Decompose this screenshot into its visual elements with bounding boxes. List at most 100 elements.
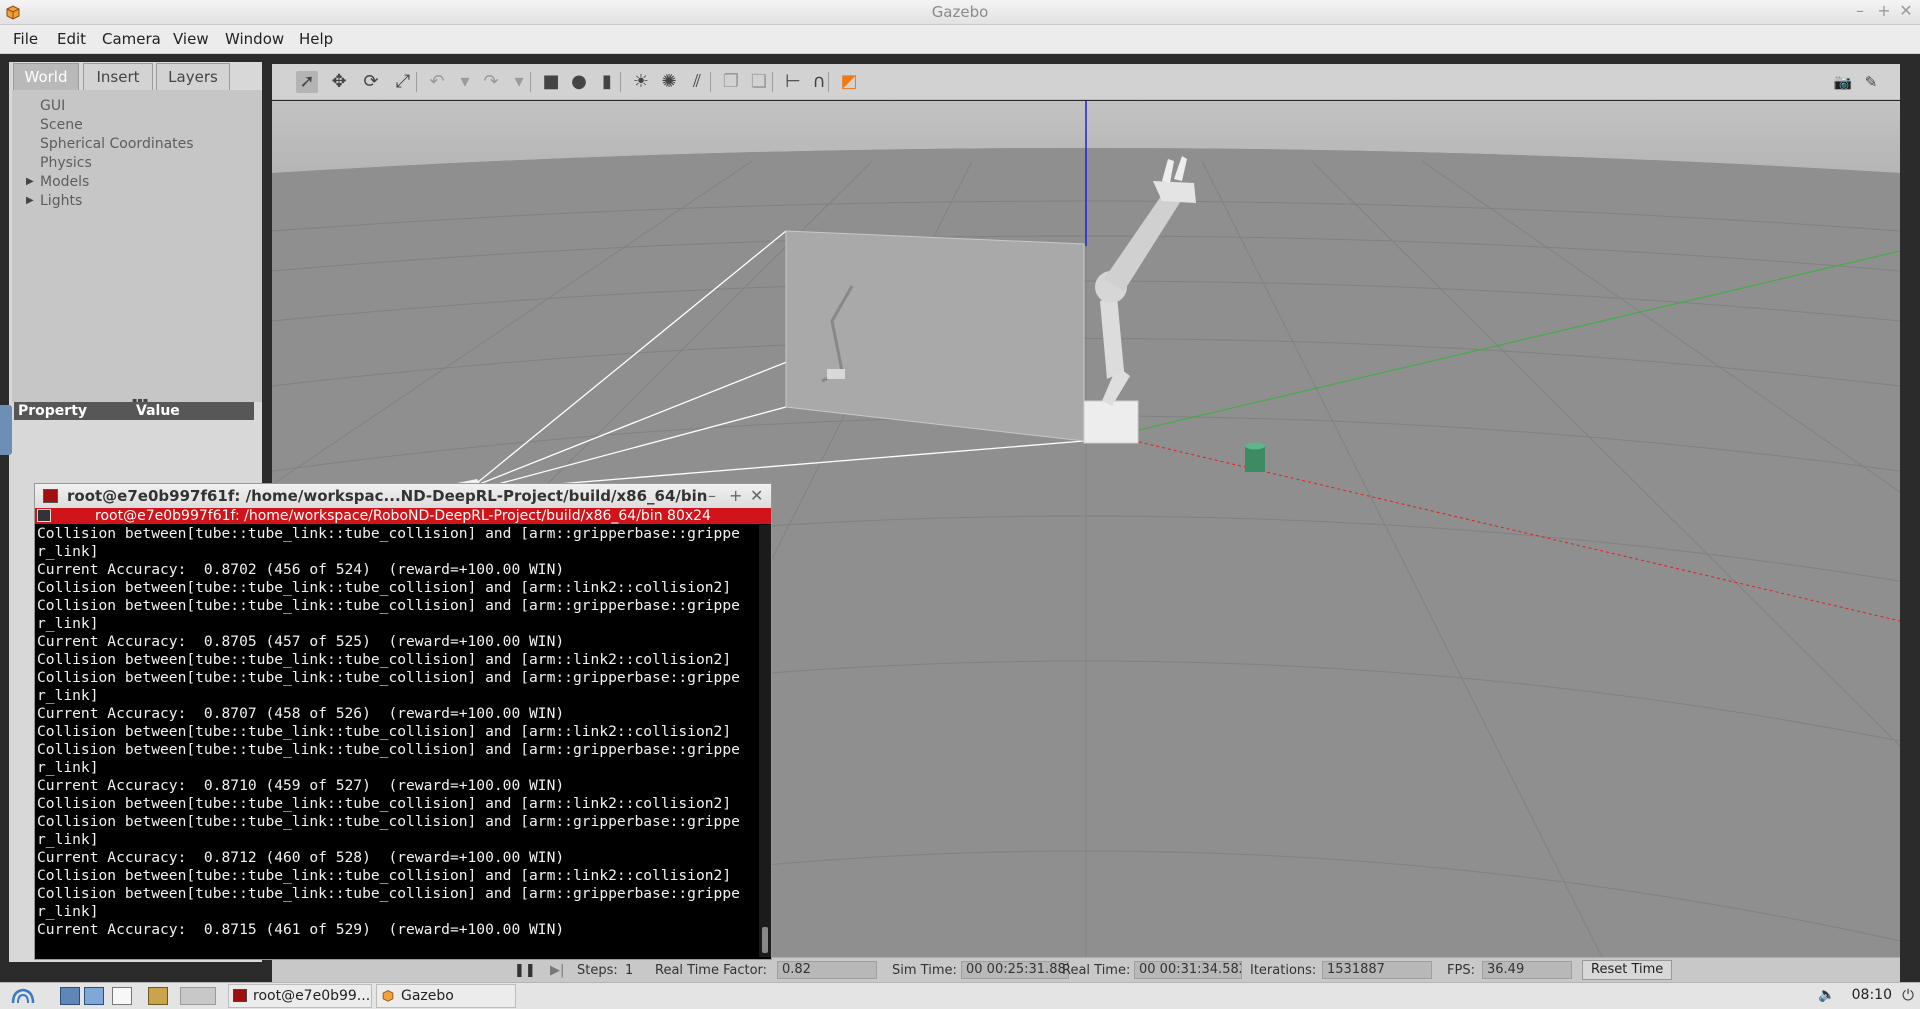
property-column-header: Property: [18, 403, 88, 419]
sphere-shape-icon[interactable]: ●: [568, 71, 590, 93]
real-time-label: Real Time:: [1062, 963, 1131, 978]
tab-insert[interactable]: Insert: [83, 63, 153, 90]
redo-history-icon[interactable]: ▾: [508, 71, 530, 93]
taskbar-task-terminal-label: root@e7e0b99...: [253, 988, 371, 1004]
folder-icon[interactable]: [148, 987, 168, 1005]
snap-icon[interactable]: ∩: [808, 71, 830, 93]
toolbar-separator: [710, 72, 711, 92]
undo-history-icon[interactable]: ▾: [454, 71, 476, 93]
tree-item-scene[interactable]: Scene: [40, 117, 83, 133]
screenshot-icon[interactable]: 📷: [1832, 71, 1854, 93]
property-table-header: Property Value: [14, 402, 254, 420]
status-bar: ❚❚ ▶| Steps: 1 Real Time Factor: 0.82 Si…: [272, 957, 1900, 982]
taskbar-task-terminal[interactable]: root@e7e0b99...: [228, 984, 372, 1008]
terminal-title-bar[interactable]: root@e7e0b997f61f: /home/workspac...ND-D…: [35, 484, 771, 508]
terminal-line: Collision between[tube::tube_link::tube_…: [37, 795, 732, 812]
taskbar-task-gazebo-label: Gazebo: [401, 988, 454, 1004]
toolbar: ➚ ✥ ⟳ ⤢ ↶ ▾ ↷ ▾ ■ ● ▮ ☀ ✺ ⫽ ❐ ❏ ⊢ ∩ ◩ 📷 ✎: [272, 64, 1900, 100]
toolbar-separator: [772, 72, 773, 92]
tab-world[interactable]: World: [13, 63, 79, 90]
expand-arrow-icon[interactable]: ▶: [26, 176, 34, 187]
log-data-icon[interactable]: ✎: [1860, 71, 1882, 93]
directional-light-icon[interactable]: ⫽: [686, 71, 708, 93]
rtf-label: Real Time Factor:: [655, 963, 768, 978]
undo-icon[interactable]: ↶: [426, 71, 448, 93]
value-column-header: Value: [136, 403, 180, 419]
terminal-close-icon[interactable]: ✕: [750, 486, 763, 505]
splitter-handle-icon[interactable]: ▪▪▪: [132, 396, 148, 405]
menu-view[interactable]: View: [173, 30, 209, 48]
volume-icon[interactable]: 🔈: [1818, 987, 1835, 1003]
taskbar-task-gazebo[interactable]: Gazebo: [376, 984, 516, 1008]
fps-label: FPS:: [1447, 963, 1475, 978]
terminal-line: r_link]: [37, 687, 99, 704]
tube-model: [1245, 442, 1265, 472]
sim-time-label: Sim Time:: [892, 963, 957, 978]
tab-layers[interactable]: Layers: [156, 63, 230, 90]
terminal-output[interactable]: Collision between[tube::tube_link::tube_…: [37, 525, 759, 957]
text-editor-icon[interactable]: [112, 987, 132, 1005]
expand-arrow-icon[interactable]: ▶: [26, 195, 34, 206]
terminal-line: Collision between[tube::tube_link::tube_…: [37, 525, 740, 542]
box-shape-icon[interactable]: ■: [540, 71, 562, 93]
menu-bar: File Edit Camera View Window Help: [0, 25, 1920, 54]
paste-icon[interactable]: ❏: [748, 71, 770, 93]
scrollbar-thumb[interactable]: [762, 927, 768, 953]
rotate-mode-icon[interactable]: ⟳: [360, 71, 382, 93]
terminal-line: Collision between[tube::tube_link::tube_…: [37, 723, 732, 740]
maximize-icon[interactable]: +: [1875, 2, 1893, 20]
tree-item-lights[interactable]: Lights: [40, 193, 82, 209]
terminal-line: r_link]: [37, 831, 99, 848]
steps-value[interactable]: 1: [625, 963, 633, 978]
toolbar-separator: [828, 72, 829, 92]
terminal-line: Current Accuracy: 0.8715 (461 of 529) (r…: [37, 921, 565, 938]
point-light-icon[interactable]: ☀: [630, 71, 652, 93]
terminal-title: root@e7e0b997f61f: /home/workspac...ND-D…: [67, 487, 708, 505]
tree-item-models[interactable]: Models: [40, 174, 89, 190]
tree-item-spherical-coordinates[interactable]: Spherical Coordinates: [40, 136, 194, 152]
pause-icon[interactable]: ❚❚: [514, 963, 536, 978]
taskbar: root@e7e0b99... Gazebo 🔈 08:10 ⏻: [0, 982, 1920, 1009]
cylinder-shape-icon[interactable]: ▮: [596, 71, 618, 93]
terminal-line: r_link]: [37, 543, 99, 560]
menu-file[interactable]: File: [13, 30, 38, 48]
reset-time-button[interactable]: Reset Time: [1582, 960, 1673, 980]
file-manager-icon[interactable]: [84, 987, 104, 1005]
copy-icon[interactable]: ❐: [720, 71, 742, 93]
terminal-line: Current Accuracy: 0.8705 (457 of 525) (r…: [37, 633, 565, 650]
tree-item-physics[interactable]: Physics: [40, 155, 92, 171]
redo-icon[interactable]: ↷: [480, 71, 502, 93]
terminal-maximize-icon[interactable]: +: [729, 486, 742, 505]
tree-item-gui[interactable]: GUI: [40, 98, 65, 114]
world-tree: GUI Scene Spherical Coordinates Physics …: [12, 90, 262, 402]
show-desktop-icon[interactable]: [60, 987, 80, 1005]
toolbar-separator: [620, 72, 621, 92]
iterations-label: Iterations:: [1250, 963, 1317, 978]
translate-mode-icon[interactable]: ✥: [328, 71, 350, 93]
terminal-scrollbar[interactable]: [759, 525, 771, 957]
minimize-icon[interactable]: –: [1851, 2, 1869, 20]
scale-mode-icon[interactable]: ⤢: [392, 71, 414, 93]
select-mode-icon[interactable]: ➚: [296, 71, 318, 93]
align-icon[interactable]: ⊢: [782, 71, 804, 93]
terminal-minimize-icon[interactable]: –: [708, 486, 716, 505]
start-menu-icon[interactable]: [10, 987, 36, 1005]
terminal-window[interactable]: root@e7e0b997f61f: /home/workspac...ND-D…: [34, 483, 772, 960]
menu-edit[interactable]: Edit: [57, 30, 86, 48]
title-bar: Gazebo – + ✕: [0, 0, 1920, 25]
terminal-line: Current Accuracy: 0.8712 (460 of 528) (r…: [37, 849, 565, 866]
menu-help[interactable]: Help: [299, 30, 333, 48]
menu-window[interactable]: Window: [225, 30, 284, 48]
spot-light-icon[interactable]: ✺: [658, 71, 680, 93]
desktop-pager[interactable]: [180, 987, 216, 1005]
power-icon[interactable]: ⏻: [1902, 986, 1914, 1004]
left-panel-collapse-handle[interactable]: [0, 405, 12, 455]
fps-value: 36.49: [1482, 961, 1572, 979]
step-icon[interactable]: ▶|: [550, 963, 564, 978]
change-view-icon[interactable]: ◩: [838, 71, 860, 93]
terminal-line: Current Accuracy: 0.8710 (459 of 527) (r…: [37, 777, 565, 794]
close-icon[interactable]: ✕: [1897, 2, 1915, 20]
terminal-line: Collision between[tube::tube_link::tube_…: [37, 597, 740, 614]
menu-camera[interactable]: Camera: [102, 30, 161, 48]
